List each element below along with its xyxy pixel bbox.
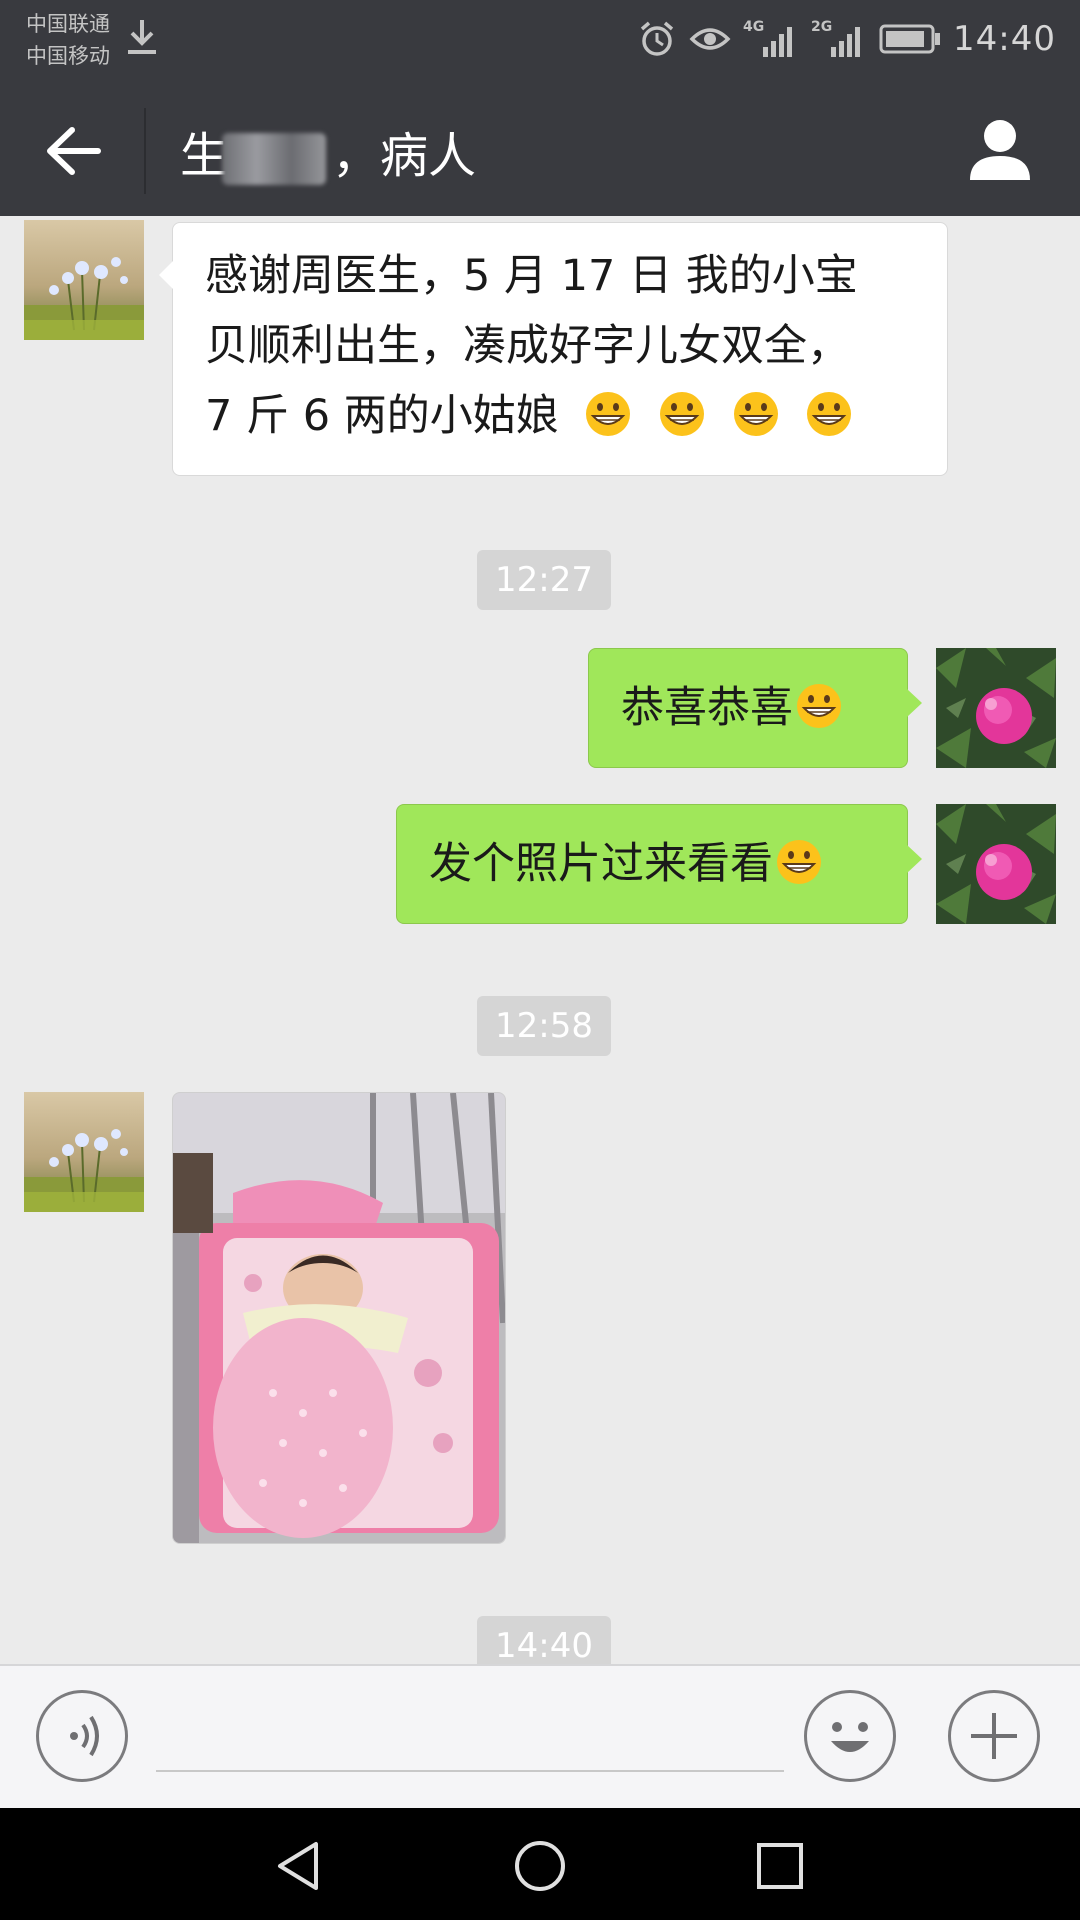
voice-icon	[70, 1715, 99, 1757]
more-button[interactable]	[948, 1690, 1040, 1782]
flower-avatar-image	[24, 220, 144, 340]
grinning-face-icon	[660, 392, 705, 436]
voice-button[interactable]	[36, 1690, 128, 1782]
chat-area[interactable]: 感谢周医生，5 月 17 日 我的小宝 贝顺利出生，凑成好字儿女双全， 7 斤 …	[0, 216, 1080, 1664]
message-input[interactable]	[156, 1716, 784, 1772]
header-divider	[144, 108, 146, 194]
status-time: 14:40	[953, 19, 1056, 59]
title-suffix: ，病人	[332, 128, 477, 184]
my-avatar[interactable]	[936, 648, 1056, 768]
message-bubble-incoming[interactable]: 感谢周医生，5 月 17 日 我的小宝 贝顺利出生，凑成好字儿女双全， 7 斤 …	[159, 222, 948, 476]
battery-icon	[879, 24, 941, 54]
flower-avatar-image	[24, 1092, 144, 1212]
signal-icon	[831, 27, 861, 57]
message-text: 恭喜恭喜	[621, 683, 793, 733]
message-text: 发个照片过来看看	[429, 839, 773, 889]
message-line: 贝顺利出生，凑成好字儿女双全，	[205, 321, 850, 371]
download-icon	[128, 20, 156, 54]
contact-avatar[interactable]	[24, 220, 144, 340]
message-bubble-outgoing[interactable]: 恭喜恭喜	[588, 648, 922, 768]
chat-header: 生 ，病人	[0, 86, 1080, 216]
grinning-face-icon	[797, 684, 841, 728]
system-nav-bar	[0, 1808, 1080, 1920]
chat-title: 生 ，病人	[180, 116, 476, 186]
timestamp: 14:40	[477, 1616, 611, 1664]
signal-2g: 2G	[811, 19, 867, 59]
status-bar: 中国联通 中国移动 4G 2G 14:40	[0, 0, 1080, 86]
peony-avatar-image	[936, 804, 1056, 924]
person-icon[interactable]	[964, 114, 1036, 186]
emoji-button[interactable]	[804, 1690, 896, 1782]
timestamp: 12:27	[477, 550, 611, 610]
message-line: 感谢周医生，5 月 17 日 我的小宝	[205, 251, 858, 301]
smiley-icon	[831, 1722, 869, 1752]
signal-icon	[763, 27, 793, 57]
signal-4g: 4G	[743, 19, 799, 59]
grinning-face-icon	[586, 392, 631, 436]
redacted-name	[222, 133, 327, 185]
message-line-with-emoji: 7 斤 6 两的小姑娘	[205, 381, 919, 451]
eye-icon	[689, 28, 731, 50]
peony-avatar-image	[936, 648, 1056, 768]
grinning-face-icon	[733, 392, 778, 436]
timestamp: 12:58	[477, 996, 611, 1056]
plus-icon	[971, 1713, 1017, 1759]
grinning-face-icon	[807, 392, 852, 436]
input-bar	[0, 1664, 1080, 1810]
my-avatar[interactable]	[936, 804, 1056, 924]
title-start: 生	[180, 128, 229, 184]
back-triangle-icon[interactable]	[270, 1836, 330, 1896]
status-icons: 4G 2G 14:40	[637, 14, 1056, 64]
carrier-2: 中国移动	[26, 44, 110, 68]
contact-avatar[interactable]	[24, 1092, 144, 1212]
alarm-icon	[640, 21, 674, 56]
home-circle-icon[interactable]	[510, 1836, 570, 1896]
recents-square-icon[interactable]	[750, 1836, 810, 1896]
back-button[interactable]	[38, 116, 108, 186]
grinning-face-icon	[777, 840, 821, 884]
image-message[interactable]	[172, 1092, 506, 1544]
carrier-1: 中国联通	[26, 12, 110, 36]
newborn-in-crib-photo	[173, 1093, 505, 1543]
message-bubble-outgoing[interactable]: 发个照片过来看看	[396, 804, 922, 924]
message-line: 7 斤 6 两的小姑娘	[205, 391, 559, 441]
